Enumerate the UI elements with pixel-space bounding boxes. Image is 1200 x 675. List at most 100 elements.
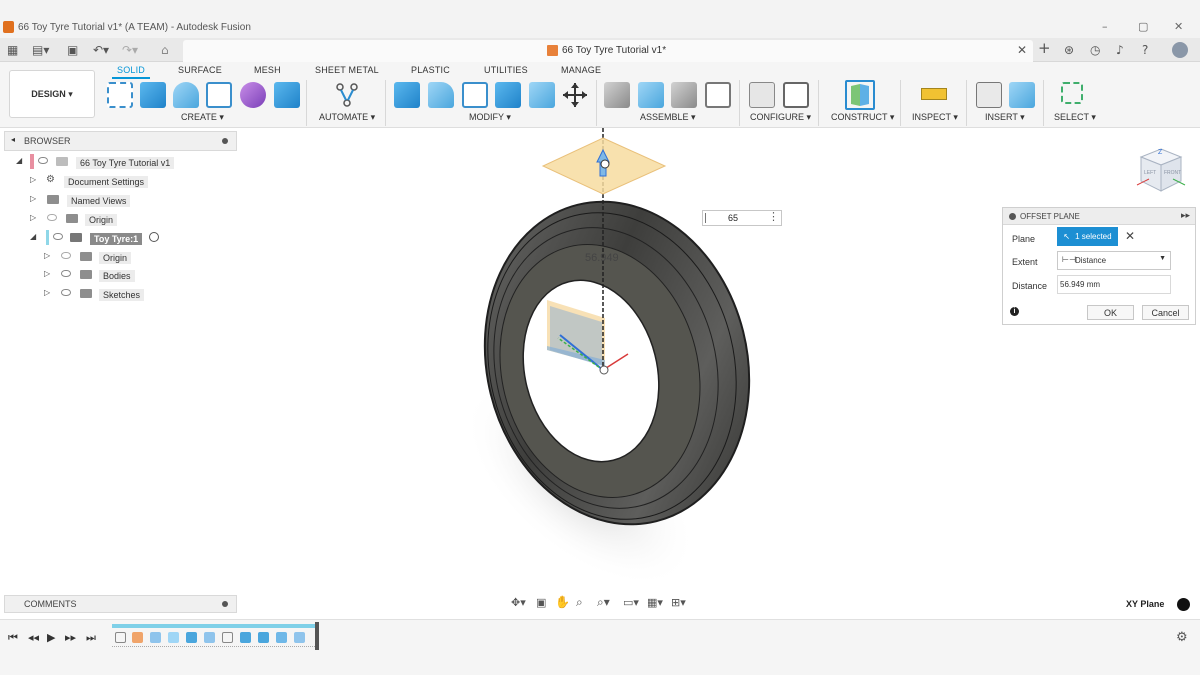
orbit-icon[interactable]: ✥▾ [511, 596, 526, 609]
look-at-icon[interactable]: ▣ [536, 596, 546, 609]
form-icon[interactable] [240, 82, 266, 108]
close-window-button[interactable]: ✕ [1174, 20, 1183, 33]
tree-item-document-settings[interactable]: ▷ ⚙ Document Settings [30, 173, 170, 189]
tree-item-sketches[interactable]: ▷ Sketches [44, 286, 164, 302]
extensions-icon[interactable]: ⊛ [1064, 42, 1074, 58]
restore-button[interactable]: ▢ [1138, 20, 1148, 33]
joint-icon[interactable] [638, 82, 664, 108]
group-insert[interactable]: INSERT ▾ [985, 112, 1025, 123]
tree-item-toy-tyre[interactable]: ◢ Toy Tyre:1 [30, 230, 170, 246]
apps-grid-icon[interactable]: ▦ [7, 42, 18, 58]
visibility-eye-icon[interactable] [53, 233, 63, 240]
timeline-feature-icon[interactable] [258, 632, 269, 643]
tab-manage[interactable]: MANAGE [561, 65, 601, 75]
group-automate[interactable]: AUTOMATE ▾ [319, 112, 375, 123]
timeline-feature-icon[interactable] [276, 632, 287, 643]
hidden-eye-icon[interactable] [61, 252, 71, 259]
account-badge-icon[interactable] [1177, 598, 1190, 611]
collapse-arrow-icon[interactable]: ◢ [30, 232, 36, 241]
timeline-first-icon[interactable]: ⏮ [8, 631, 18, 645]
insert-derive-icon[interactable] [976, 82, 1002, 108]
sweep-icon[interactable] [206, 82, 232, 108]
as-built-joint-icon[interactable] [671, 82, 697, 108]
file-menu-icon[interactable]: ▤▾ [32, 42, 49, 58]
ok-button[interactable]: OK [1087, 305, 1134, 320]
pin-browser-icon[interactable] [222, 138, 228, 144]
close-document-icon[interactable]: ✕ [1017, 43, 1027, 57]
group-configure[interactable]: CONFIGURE ▾ [750, 112, 811, 123]
tab-plastic[interactable]: PLASTIC [411, 65, 450, 75]
press-pull-icon[interactable] [394, 82, 420, 108]
notifications-icon[interactable]: ♪ [1116, 42, 1124, 58]
new-tab-icon[interactable]: + [1038, 40, 1051, 56]
timeline-feature-icon[interactable] [168, 632, 179, 643]
collapse-browser-icon[interactable]: ◂ [11, 135, 15, 144]
grid-settings-icon[interactable]: ▦▾ [647, 596, 663, 609]
group-select[interactable]: SELECT ▾ [1054, 112, 1096, 123]
tab-sheet-metal[interactable]: SHEET METAL [315, 65, 379, 75]
expand-arrow-icon[interactable]: ▷ [30, 175, 36, 184]
timeline-sketch-icon[interactable] [115, 632, 126, 643]
offset-face-icon[interactable] [529, 82, 555, 108]
new-component-icon[interactable] [604, 82, 630, 108]
timeline-settings-icon[interactable]: ⚙ [1176, 630, 1188, 645]
minimize-button[interactable]: – [1102, 20, 1108, 33]
group-create[interactable]: CREATE ▾ [181, 112, 224, 123]
tab-solid[interactable]: SOLID [117, 65, 145, 75]
timeline-play-icon[interactable]: ▶ [47, 631, 55, 644]
expand-arrow-icon[interactable]: ▷ [44, 251, 50, 260]
dialog-header[interactable]: OFFSET PLANE ▸▸ [1003, 208, 1195, 225]
group-modify[interactable]: MODIFY ▾ [469, 112, 511, 123]
viewcube-left-face[interactable]: LEFT [1144, 170, 1156, 176]
timeline-feature-icon[interactable] [132, 632, 143, 643]
joint-origin-icon[interactable] [705, 82, 731, 108]
viewports-icon[interactable]: ⊞▾ [671, 596, 686, 609]
tab-mesh[interactable]: MESH [254, 65, 281, 75]
timeline-last-icon[interactable]: ⏭ [86, 631, 96, 645]
redo-icon[interactable]: ↷▾ [122, 42, 138, 58]
timeline-previous-icon[interactable]: ◂◂ [28, 631, 39, 644]
create-sketch-icon[interactable] [107, 82, 133, 108]
expand-arrow-icon[interactable]: ▷ [44, 288, 50, 297]
collapse-arrow-icon[interactable]: ◢ [16, 156, 22, 165]
move-copy-icon[interactable] [562, 82, 588, 108]
undo-icon[interactable]: ↶▾ [93, 42, 109, 58]
clear-selection-icon[interactable]: ✕ [1125, 229, 1135, 243]
tree-item-named-views[interactable]: ▷ Named Views [30, 192, 170, 208]
insert-canvas-icon[interactable] [1009, 82, 1035, 108]
zoom-icon[interactable]: ⌕ [576, 595, 583, 610]
timeline-feature-icon[interactable] [186, 632, 197, 643]
distance-field[interactable]: 56.949 mm [1057, 275, 1171, 294]
pin-comments-icon[interactable] [222, 601, 228, 607]
visibility-eye-icon[interactable] [61, 270, 71, 277]
workspace-switcher[interactable]: DESIGN ▾ [9, 70, 95, 118]
tab-surface[interactable]: SURFACE [178, 65, 222, 75]
group-inspect[interactable]: INSPECT ▾ [912, 112, 958, 123]
pan-icon[interactable]: ✋ [555, 595, 570, 609]
timeline-next-icon[interactable]: ▸▸ [65, 631, 76, 644]
extent-dropdown[interactable]: ⊢⊣ Distance ▼ [1057, 251, 1171, 270]
timeline-feature-icon[interactable] [150, 632, 161, 643]
timeline-sketch-icon[interactable] [222, 632, 233, 643]
select-window-icon[interactable] [1061, 82, 1083, 104]
visibility-eye-icon[interactable] [61, 289, 71, 296]
timeline-track[interactable] [112, 624, 319, 648]
expand-arrow-icon[interactable]: ▷ [44, 269, 50, 278]
viewcube-front-face[interactable]: FRONT [1164, 170, 1181, 176]
combine-icon[interactable] [495, 82, 521, 108]
save-icon[interactable]: ▣ [67, 42, 78, 58]
shell-icon[interactable] [462, 82, 488, 108]
timeline-feature-icon[interactable] [204, 632, 215, 643]
measure-icon[interactable] [921, 88, 947, 100]
timeline-feature-icon[interactable] [240, 632, 251, 643]
plane-selection-button[interactable]: ↖ 1 selected [1057, 227, 1118, 246]
home-icon[interactable]: ⌂ [161, 42, 169, 58]
3d-viewport[interactable]: 56.949 65 ⋮ [240, 128, 1000, 598]
viewcube[interactable]: Z LEFT FRONT [1135, 145, 1187, 197]
extrude-icon[interactable] [140, 82, 166, 108]
visibility-eye-icon[interactable] [38, 157, 48, 164]
help-icon[interactable]: ? [1142, 42, 1148, 58]
configure-icon[interactable] [749, 82, 775, 108]
tree-item-bodies[interactable]: ▷ Bodies [44, 267, 164, 283]
document-tab[interactable]: 66 Toy Tyre Tutorial v1* ✕ [183, 40, 1033, 62]
